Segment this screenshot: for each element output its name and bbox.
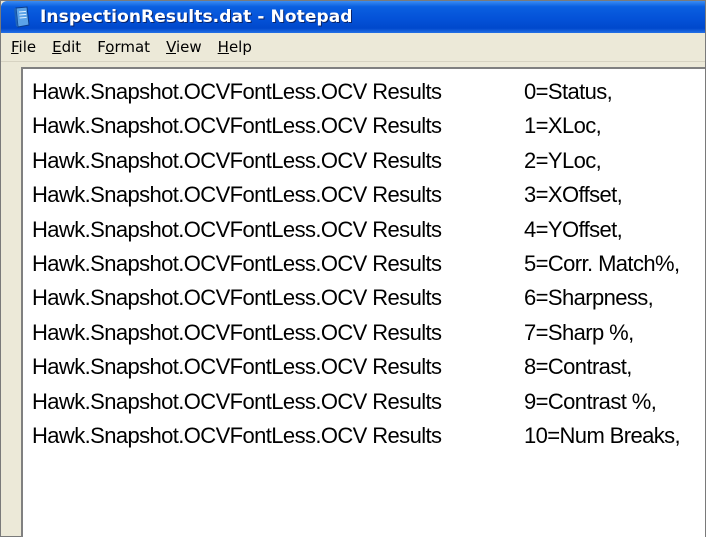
line-value: 9=Contrast %, [524, 388, 657, 414]
menu-help[interactable]: Help [218, 38, 252, 56]
line-prefix: Hawk.Snapshot.OCVFontLess.OCV Results [32, 354, 442, 380]
title-bar[interactable]: InspectionResults.dat - Notepad [1, 1, 705, 33]
line-value: 7=Sharp %, [524, 319, 634, 345]
line-prefix: Hawk.Snapshot.OCVFontLess.OCV Results [32, 319, 442, 345]
menu-view[interactable]: View [166, 38, 202, 56]
line-value: 1=XLoc, [524, 113, 602, 139]
menu-file[interactable]: File [11, 38, 36, 56]
text-line: Hawk.Snapshot.OCVFontLess.OCV Results 2=Y… [32, 144, 602, 178]
text-line: Hawk.Snapshot.OCVFontLess.OCV Results 6=S… [32, 281, 654, 315]
text-line: Hawk.Snapshot.OCVFontLess.OCV Results 9=C… [32, 385, 657, 419]
window-title: InspectionResults.dat - Notepad [40, 7, 353, 27]
text-line: Hawk.Snapshot.OCVFontLess.OCV Results 8=C… [32, 350, 632, 384]
menu-edit[interactable]: Edit [52, 38, 81, 56]
text-line: Hawk.Snapshot.OCVFontLess.OCV Results 0=S… [32, 75, 613, 109]
text-line: Hawk.Snapshot.OCVFontLess.OCV Results 3=X… [32, 178, 623, 212]
line-prefix: Hawk.Snapshot.OCVFontLess.OCV Results [32, 388, 442, 414]
line-prefix: Hawk.Snapshot.OCVFontLess.OCV Results [32, 147, 442, 173]
line-prefix: Hawk.Snapshot.OCVFontLess.OCV Results [32, 423, 442, 448]
line-prefix: Hawk.Snapshot.OCVFontLess.OCV Results [32, 285, 442, 311]
notepad-window: InspectionResults.dat - Notepad File Edi… [0, 0, 706, 537]
line-prefix: Hawk.Snapshot.OCVFontLess.OCV Results [32, 182, 442, 208]
notepad-icon [14, 6, 30, 28]
line-prefix: Hawk.Snapshot.OCVFontLess.OCV Results [32, 113, 442, 139]
line-value: 2=YLoc, [524, 147, 602, 173]
line-value: 3=XOffset, [524, 182, 623, 208]
text-editor[interactable]: Hawk.Snapshot.OCVFontLess.OCV Results 0=S… [21, 67, 705, 537]
text-line: Hawk.Snapshot.OCVFontLess.OCV Results 1=X… [32, 109, 602, 143]
line-value: 6=Sharpness, [524, 285, 654, 311]
line-prefix: Hawk.Snapshot.OCVFontLess.OCV Results [32, 251, 442, 276]
line-value: 4=YOffset, [524, 216, 623, 242]
menu-bar: File Edit Format View Help [1, 33, 705, 62]
line-prefix: Hawk.Snapshot.OCVFontLess.OCV Results [32, 79, 442, 104]
line-value: 10=Num Breaks, [524, 423, 681, 448]
text-line: Hawk.Snapshot.OCVFontLess.OCV Results 7=S… [32, 316, 634, 350]
line-value: 0=Status, [524, 79, 613, 104]
menu-format[interactable]: Format [97, 38, 150, 56]
text-line: Hawk.Snapshot.OCVFontLess.OCV Results 10=… [32, 419, 681, 453]
line-value: 5=Corr. Match%, [524, 251, 680, 276]
line-value: 8=Contrast, [524, 354, 632, 380]
line-prefix: Hawk.Snapshot.OCVFontLess.OCV Results [32, 216, 442, 242]
text-line: Hawk.Snapshot.OCVFontLess.OCV Results 4=Y… [32, 213, 623, 247]
text-line: Hawk.Snapshot.OCVFontLess.OCV Results 5=C… [32, 247, 680, 281]
